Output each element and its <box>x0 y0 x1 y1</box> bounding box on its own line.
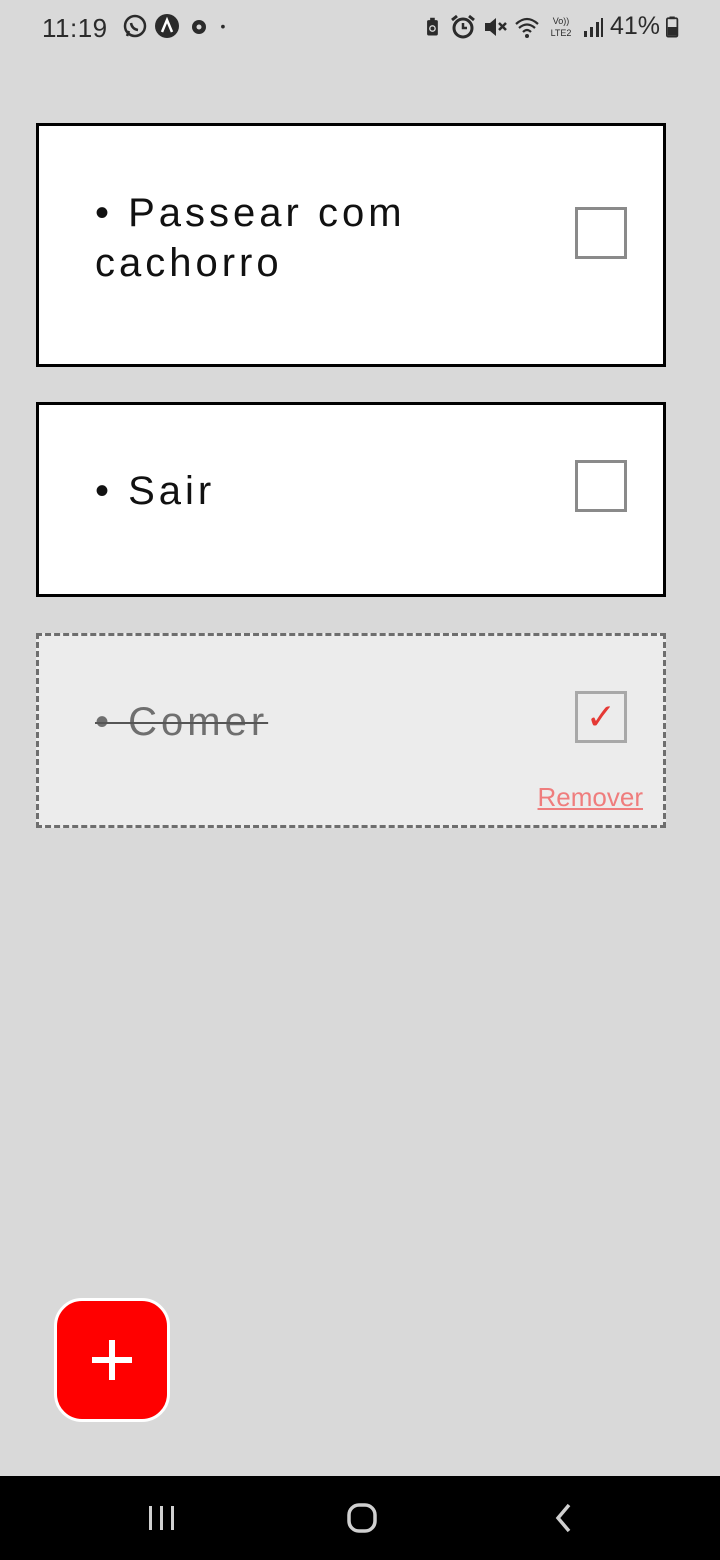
svg-text:Vo)): Vo)) <box>553 16 570 26</box>
back-icon[interactable] <box>544 1498 584 1538</box>
wifi-icon <box>515 17 539 38</box>
mute-icon <box>484 17 507 36</box>
recents-icon[interactable] <box>142 1498 182 1538</box>
task-card-completed[interactable]: • Comer ✓ Remover <box>36 633 666 828</box>
add-task-button[interactable] <box>54 1298 170 1422</box>
svg-text:LTE2: LTE2 <box>551 28 572 38</box>
battery-percent: 41% <box>609 12 660 40</box>
battery-icon <box>666 16 679 37</box>
app-circle-icon <box>192 20 206 34</box>
task-checkbox[interactable] <box>575 460 627 512</box>
task-label: • Sair <box>95 469 216 513</box>
task-checkbox[interactable] <box>575 207 627 259</box>
dot-icon <box>221 24 225 29</box>
task-label: • Passear com cachorro <box>95 191 406 285</box>
notification-icons <box>122 12 234 40</box>
home-icon[interactable] <box>342 1498 382 1538</box>
checkmark-icon: ✓ <box>585 696 617 737</box>
task-card[interactable]: • Sair <box>36 402 666 597</box>
system-icons: Vo)) LTE2 41% <box>424 12 680 41</box>
remove-link[interactable]: Remover <box>538 782 643 813</box>
plus-icon <box>92 1340 132 1380</box>
task-checkbox-checked[interactable]: ✓ <box>575 691 627 743</box>
status-time: 11:19 <box>42 13 108 43</box>
app-a-icon <box>155 14 179 38</box>
task-card[interactable]: • Passear com cachorro <box>36 123 666 367</box>
task-label: • Comer <box>95 700 269 744</box>
volte-lte2-icon: Vo)) LTE2 <box>551 16 572 38</box>
status-bar: 11:19 Vo)) LTE2 41% <box>0 0 720 56</box>
whatsapp-icon <box>123 14 147 38</box>
alarm-icon <box>451 14 475 38</box>
battery-saver-icon <box>427 17 438 35</box>
signal-icon <box>583 17 603 37</box>
navigation-bar <box>0 1476 720 1560</box>
